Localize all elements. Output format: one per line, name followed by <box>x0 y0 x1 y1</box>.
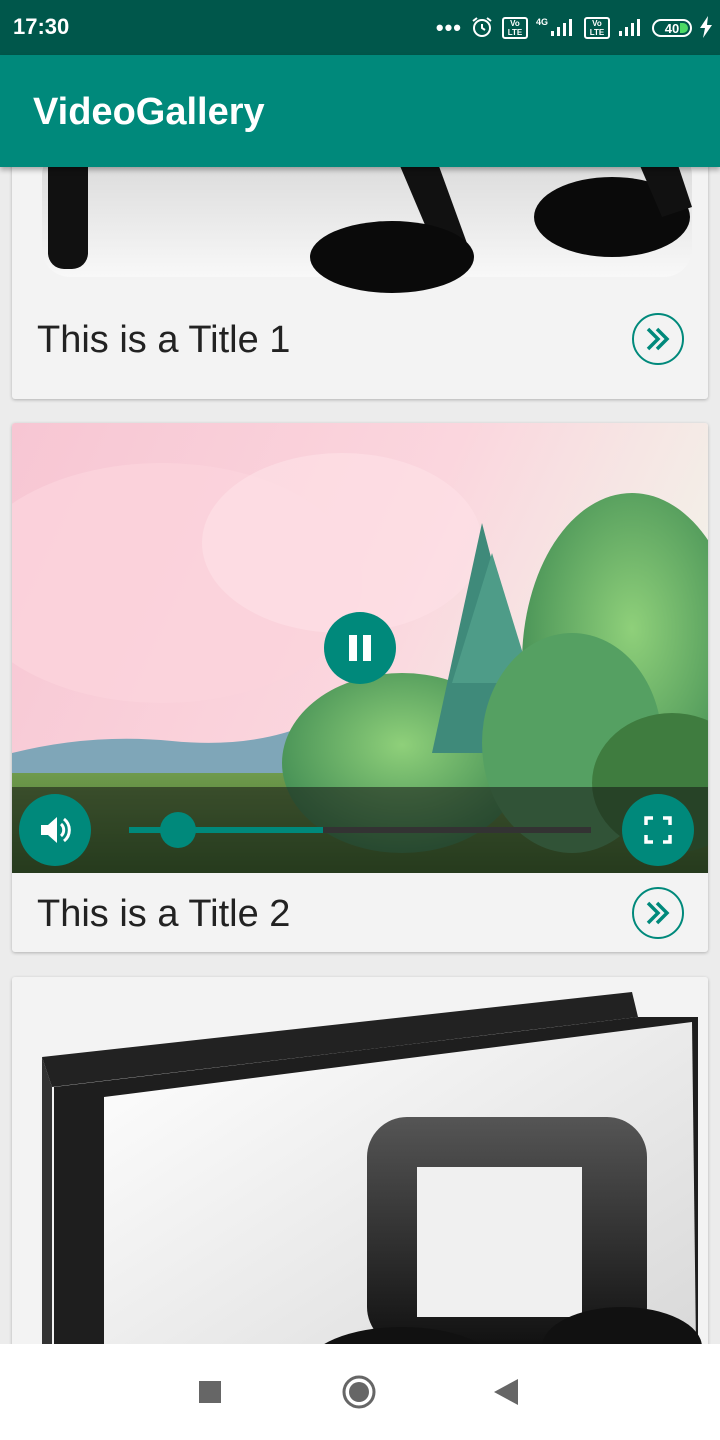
status-bar: 17:30 ••• Vo LTE 4G Vo LTE 40 <box>0 0 720 55</box>
app-title: VideoGallery <box>33 91 265 133</box>
seek-thumb[interactable] <box>160 812 196 848</box>
volte-icon: Vo LTE <box>501 17 528 39</box>
double-chevron-right-icon <box>646 901 670 925</box>
video-card-2[interactable]: This is a Title 2 <box>12 423 708 952</box>
pause-button[interactable] <box>324 612 396 684</box>
card-title-2: This is a Title 2 <box>37 893 291 935</box>
volume-icon <box>41 817 71 843</box>
volume-button[interactable] <box>19 794 91 866</box>
status-time: 17:30 <box>13 14 70 39</box>
fullscreen-icon <box>644 816 672 844</box>
battery-icon: 40 <box>652 19 692 37</box>
home-button[interactable] <box>341 1374 377 1415</box>
more-dots-icon: ••• <box>435 15 462 40</box>
status-icons: ••• Vo LTE 4G Vo LTE 40 <box>436 12 712 44</box>
signal-icon <box>550 17 576 40</box>
double-chevron-right-icon <box>646 327 670 351</box>
system-nav-bar <box>0 1344 720 1440</box>
alarm-icon <box>470 15 494 42</box>
video-list[interactable]: This is a Title 1 This is a Title 2 <box>0 167 720 1344</box>
seek-bar[interactable] <box>129 812 591 848</box>
video-card-3[interactable] <box>12 977 708 1344</box>
open-button-1[interactable] <box>632 313 684 365</box>
signal-icon-2 <box>618 17 644 40</box>
circle-icon <box>342 1375 376 1409</box>
music-thumbnail[interactable] <box>12 977 708 1344</box>
music-thumbnail[interactable] <box>12 167 708 307</box>
pause-icon <box>349 635 371 661</box>
video-card-1[interactable]: This is a Title 1 <box>12 167 708 399</box>
playback-controls <box>12 787 708 873</box>
card-title-1: This is a Title 1 <box>37 319 291 361</box>
network-type-label: 4G <box>535 17 548 27</box>
recents-button[interactable] <box>199 1381 221 1408</box>
seek-progress <box>129 827 323 833</box>
back-triangle-icon <box>494 1379 518 1405</box>
open-button-2[interactable] <box>632 887 684 939</box>
volte-icon-2: Vo LTE <box>584 17 610 39</box>
fullscreen-button[interactable] <box>622 794 694 866</box>
square-icon <box>199 1381 221 1403</box>
video-player[interactable] <box>12 423 708 873</box>
back-button[interactable] <box>494 1379 518 1410</box>
app-bar: VideoGallery <box>0 55 720 167</box>
battery-level: 40 <box>664 20 680 36</box>
charging-icon <box>700 15 712 41</box>
